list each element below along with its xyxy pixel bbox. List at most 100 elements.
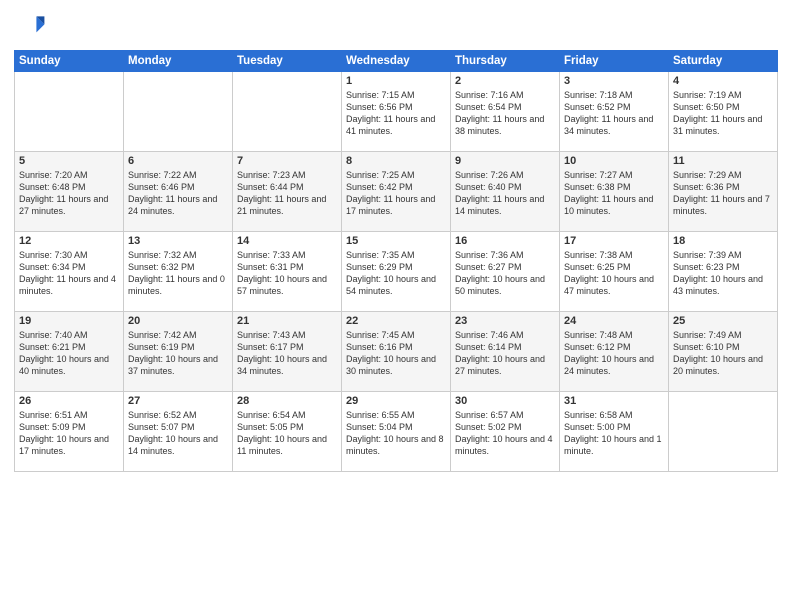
day-number: 4 bbox=[673, 75, 773, 87]
day-info: Sunrise: 6:52 AM Sunset: 5:07 PM Dayligh… bbox=[128, 409, 228, 458]
col-header-saturday: Saturday bbox=[669, 51, 778, 72]
day-info: Sunrise: 7:36 AM Sunset: 6:27 PM Dayligh… bbox=[455, 249, 555, 298]
table-cell: 8 Sunrise: 7:25 AM Sunset: 6:42 PM Daylig… bbox=[342, 152, 451, 232]
day-info: Sunrise: 7:20 AM Sunset: 6:48 PM Dayligh… bbox=[19, 169, 119, 218]
table-cell: 10 Sunrise: 7:27 AM Sunset: 6:38 PM Dayli… bbox=[560, 152, 669, 232]
table-cell: 20 Sunrise: 7:42 AM Sunset: 6:19 PM Dayli… bbox=[124, 312, 233, 392]
day-number: 24 bbox=[564, 315, 664, 327]
day-number: 29 bbox=[346, 395, 446, 407]
day-number: 6 bbox=[128, 155, 228, 167]
calendar-week-row: 12Sunrise: 7:30 AM Sunset: 6:34 PM Dayli… bbox=[15, 232, 778, 312]
table-cell: 30Sunrise: 6:57 AM Sunset: 5:02 PM Dayli… bbox=[451, 392, 560, 472]
day-number: 20 bbox=[128, 315, 228, 327]
day-info: Sunrise: 6:51 AM Sunset: 5:09 PM Dayligh… bbox=[19, 409, 119, 458]
day-info: Sunrise: 7:39 AM Sunset: 6:23 PM Dayligh… bbox=[673, 249, 773, 298]
day-info: Sunrise: 7:46 AM Sunset: 6:14 PM Dayligh… bbox=[455, 329, 555, 378]
day-number: 13 bbox=[128, 235, 228, 247]
day-info: Sunrise: 7:42 AM Sunset: 6:19 PM Dayligh… bbox=[128, 329, 228, 378]
day-number: 3 bbox=[564, 75, 664, 87]
calendar-week-row: 19Sunrise: 7:40 AM Sunset: 6:21 PM Dayli… bbox=[15, 312, 778, 392]
col-header-wednesday: Wednesday bbox=[342, 51, 451, 72]
day-number: 1 bbox=[346, 75, 446, 87]
day-info: Sunrise: 7:23 AM Sunset: 6:44 PM Dayligh… bbox=[237, 169, 337, 218]
day-info: Sunrise: 7:27 AM Sunset: 6:38 PM Dayligh… bbox=[564, 169, 664, 218]
table-cell: 22 Sunrise: 7:45 AM Sunset: 6:16 PM Dayli… bbox=[342, 312, 451, 392]
table-cell: 6Sunrise: 7:22 AM Sunset: 6:46 PM Daylig… bbox=[124, 152, 233, 232]
table-cell: 21 Sunrise: 7:43 AM Sunset: 6:17 PM Dayli… bbox=[233, 312, 342, 392]
table-cell: 17 Sunrise: 7:38 AM Sunset: 6:25 PM Dayli… bbox=[560, 232, 669, 312]
day-info: Sunrise: 7:30 AM Sunset: 6:34 PM Dayligh… bbox=[19, 249, 119, 298]
table-cell: 7 Sunrise: 7:23 AM Sunset: 6:44 PM Daylig… bbox=[233, 152, 342, 232]
day-info: Sunrise: 7:43 AM Sunset: 6:17 PM Dayligh… bbox=[237, 329, 337, 378]
day-number: 21 bbox=[237, 315, 337, 327]
day-number: 10 bbox=[564, 155, 664, 167]
day-info: Sunrise: 6:54 AM Sunset: 5:05 PM Dayligh… bbox=[237, 409, 337, 458]
day-info: Sunrise: 7:38 AM Sunset: 6:25 PM Dayligh… bbox=[564, 249, 664, 298]
day-info: Sunrise: 7:40 AM Sunset: 6:21 PM Dayligh… bbox=[19, 329, 119, 378]
table-cell: 13 Sunrise: 7:32 AM Sunset: 6:32 PM Dayli… bbox=[124, 232, 233, 312]
table-cell bbox=[233, 72, 342, 152]
calendar-week-row: 5 Sunrise: 7:20 AM Sunset: 6:48 PM Daylig… bbox=[15, 152, 778, 232]
day-info: Sunrise: 7:26 AM Sunset: 6:40 PM Dayligh… bbox=[455, 169, 555, 218]
page: Sunday Monday Tuesday Wednesday Thursday… bbox=[0, 0, 792, 612]
day-info: Sunrise: 7:45 AM Sunset: 6:16 PM Dayligh… bbox=[346, 329, 446, 378]
calendar-header-row: Sunday Monday Tuesday Wednesday Thursday… bbox=[15, 51, 778, 72]
day-number: 17 bbox=[564, 235, 664, 247]
col-header-thursday: Thursday bbox=[451, 51, 560, 72]
day-number: 9 bbox=[455, 155, 555, 167]
day-number: 11 bbox=[673, 155, 773, 167]
day-number: 18 bbox=[673, 235, 773, 247]
table-cell: 12Sunrise: 7:30 AM Sunset: 6:34 PM Dayli… bbox=[15, 232, 124, 312]
table-cell: 11 Sunrise: 7:29 AM Sunset: 6:36 PM Dayli… bbox=[669, 152, 778, 232]
table-cell: 25 Sunrise: 7:49 AM Sunset: 6:10 PM Dayli… bbox=[669, 312, 778, 392]
day-info: Sunrise: 7:18 AM Sunset: 6:52 PM Dayligh… bbox=[564, 89, 664, 138]
table-cell: 14 Sunrise: 7:33 AM Sunset: 6:31 PM Dayli… bbox=[233, 232, 342, 312]
day-info: Sunrise: 7:48 AM Sunset: 6:12 PM Dayligh… bbox=[564, 329, 664, 378]
day-number: 15 bbox=[346, 235, 446, 247]
table-cell: 16Sunrise: 7:36 AM Sunset: 6:27 PM Dayli… bbox=[451, 232, 560, 312]
day-number: 7 bbox=[237, 155, 337, 167]
table-cell: 29 Sunrise: 6:55 AM Sunset: 5:04 PM Dayli… bbox=[342, 392, 451, 472]
logo-icon bbox=[14, 10, 46, 42]
day-number: 30 bbox=[455, 395, 555, 407]
day-info: Sunrise: 7:49 AM Sunset: 6:10 PM Dayligh… bbox=[673, 329, 773, 378]
day-number: 8 bbox=[346, 155, 446, 167]
day-number: 2 bbox=[455, 75, 555, 87]
day-number: 14 bbox=[237, 235, 337, 247]
day-number: 25 bbox=[673, 315, 773, 327]
table-cell: 31Sunrise: 6:58 AM Sunset: 5:00 PM Dayli… bbox=[560, 392, 669, 472]
day-info: Sunrise: 7:33 AM Sunset: 6:31 PM Dayligh… bbox=[237, 249, 337, 298]
table-cell bbox=[15, 72, 124, 152]
table-cell: 28 Sunrise: 6:54 AM Sunset: 5:05 PM Dayli… bbox=[233, 392, 342, 472]
table-cell: 5 Sunrise: 7:20 AM Sunset: 6:48 PM Daylig… bbox=[15, 152, 124, 232]
table-cell: 2Sunrise: 7:16 AM Sunset: 6:54 PM Daylig… bbox=[451, 72, 560, 152]
table-cell: 1Sunrise: 7:15 AM Sunset: 6:56 PM Daylig… bbox=[342, 72, 451, 152]
day-number: 26 bbox=[19, 395, 119, 407]
table-cell: 24 Sunrise: 7:48 AM Sunset: 6:12 PM Dayli… bbox=[560, 312, 669, 392]
table-cell: 19Sunrise: 7:40 AM Sunset: 6:21 PM Dayli… bbox=[15, 312, 124, 392]
day-info: Sunrise: 7:19 AM Sunset: 6:50 PM Dayligh… bbox=[673, 89, 773, 138]
col-header-friday: Friday bbox=[560, 51, 669, 72]
logo bbox=[14, 10, 50, 42]
col-header-sunday: Sunday bbox=[15, 51, 124, 72]
calendar-table: Sunday Monday Tuesday Wednesday Thursday… bbox=[14, 50, 778, 472]
col-header-monday: Monday bbox=[124, 51, 233, 72]
calendar-week-row: 1Sunrise: 7:15 AM Sunset: 6:56 PM Daylig… bbox=[15, 72, 778, 152]
day-number: 28 bbox=[237, 395, 337, 407]
table-cell bbox=[124, 72, 233, 152]
day-info: Sunrise: 7:35 AM Sunset: 6:29 PM Dayligh… bbox=[346, 249, 446, 298]
day-info: Sunrise: 7:29 AM Sunset: 6:36 PM Dayligh… bbox=[673, 169, 773, 218]
day-info: Sunrise: 7:32 AM Sunset: 6:32 PM Dayligh… bbox=[128, 249, 228, 298]
table-cell: 27 Sunrise: 6:52 AM Sunset: 5:07 PM Dayli… bbox=[124, 392, 233, 472]
calendar-week-row: 26 Sunrise: 6:51 AM Sunset: 5:09 PM Dayli… bbox=[15, 392, 778, 472]
day-number: 5 bbox=[19, 155, 119, 167]
table-cell: 9 Sunrise: 7:26 AM Sunset: 6:40 PM Daylig… bbox=[451, 152, 560, 232]
table-cell: 15 Sunrise: 7:35 AM Sunset: 6:29 PM Dayli… bbox=[342, 232, 451, 312]
table-cell: 23Sunrise: 7:46 AM Sunset: 6:14 PM Dayli… bbox=[451, 312, 560, 392]
day-number: 22 bbox=[346, 315, 446, 327]
day-info: Sunrise: 7:25 AM Sunset: 6:42 PM Dayligh… bbox=[346, 169, 446, 218]
day-number: 27 bbox=[128, 395, 228, 407]
table-cell: 18 Sunrise: 7:39 AM Sunset: 6:23 PM Dayli… bbox=[669, 232, 778, 312]
day-number: 31 bbox=[564, 395, 664, 407]
day-info: Sunrise: 6:55 AM Sunset: 5:04 PM Dayligh… bbox=[346, 409, 446, 458]
